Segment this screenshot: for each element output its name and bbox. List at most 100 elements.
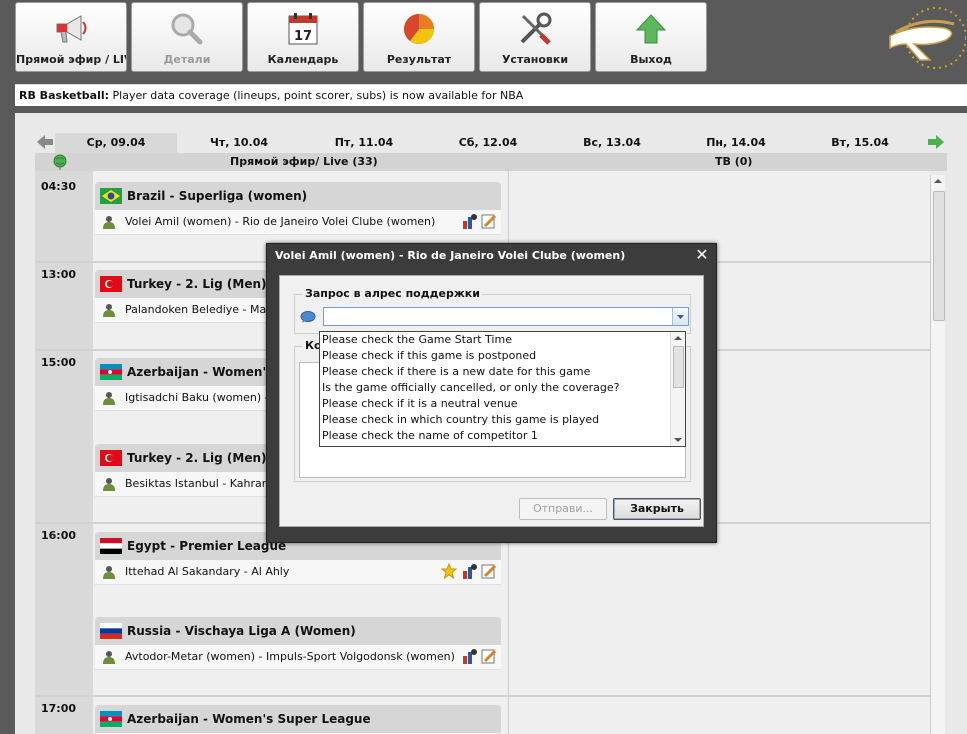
day-strip: Ср, 09.04 Чт, 10.04 Пт, 11.04 Сб, 12.04 … bbox=[15, 133, 967, 153]
time-label: 17:00 bbox=[41, 702, 77, 715]
player-icon bbox=[103, 651, 115, 664]
calendar-button[interactable]: 17 Календарь bbox=[247, 2, 359, 72]
dropdown-option[interactable]: Please check the name of competitor 1 bbox=[320, 428, 670, 444]
dropdown-option[interactable]: Please check the Game Start Time bbox=[320, 332, 670, 348]
day-tab-1[interactable]: Чт, 10.04 bbox=[180, 133, 298, 153]
day-tab-0[interactable]: Ср, 09.04 bbox=[55, 133, 177, 153]
send-button[interactable]: Отправи... bbox=[519, 498, 607, 520]
event-card[interactable]: Brazil - Superliga (women) Volei Amil (w… bbox=[95, 182, 501, 235]
dialog-title: Volei Amil (women) - Rio de Janeiro Vole… bbox=[275, 249, 626, 262]
match-row[interactable]: Avtodor-Metar (women) - Impuls-Sport Vol… bbox=[95, 645, 501, 670]
time-label: 13:00 bbox=[41, 268, 77, 281]
details-button-label: Детали bbox=[163, 53, 211, 66]
player-icon bbox=[103, 478, 115, 491]
close-icon[interactable]: ✕ bbox=[694, 247, 710, 263]
exit-button-label: Выход bbox=[630, 53, 672, 66]
time-column: 04:30 13:00 15:00 16:00 17:00 bbox=[35, 171, 93, 734]
dropdown-scroll-thumb[interactable] bbox=[673, 346, 684, 388]
match-row[interactable]: Volei Amil (women) - Rio de Janeiro Vole… bbox=[95, 210, 501, 235]
league-name: Turkey - 2. Lig (Men) bbox=[127, 277, 267, 291]
azerbaijan-flag-icon bbox=[100, 364, 122, 380]
close-button[interactable]: Закрыть bbox=[613, 498, 701, 520]
event-card[interactable]: Russia - Vischaya Liga A (Women) Avtodor… bbox=[95, 617, 501, 670]
league-name: Brazil - Superliga (women) bbox=[127, 189, 308, 203]
dropdown-option[interactable]: Please check if this game is postponed bbox=[320, 348, 670, 364]
star-icon[interactable] bbox=[441, 563, 457, 579]
toolbar: Прямой эфир / LIVE Детали 17 Календарь Р… bbox=[0, 0, 967, 78]
request-type-dropdown[interactable]: Please check the Game Start Time Please … bbox=[319, 331, 686, 447]
player-icon bbox=[103, 304, 115, 317]
lineup-icon[interactable] bbox=[461, 563, 477, 579]
lineup-icon[interactable] bbox=[461, 213, 477, 229]
details-button[interactable]: Детали bbox=[131, 2, 243, 72]
brazil-flag-icon bbox=[100, 188, 122, 204]
request-type-select[interactable] bbox=[323, 307, 689, 326]
news-prefix: RB Basketball: bbox=[19, 89, 110, 102]
player-icon bbox=[103, 392, 115, 405]
time-label: 04:30 bbox=[41, 180, 77, 193]
event-card[interactable]: Azerbaijan - Women's Super League bbox=[95, 705, 501, 733]
day-tab-2[interactable]: Пт, 11.04 bbox=[305, 133, 423, 153]
match-name: Ittehad Al Sakandary - Al Ahly bbox=[125, 565, 290, 578]
league-name: Russia - Vischaya Liga A (Women) bbox=[127, 624, 356, 638]
turkey-flag-icon bbox=[100, 276, 122, 292]
dropdown-scrollbar[interactable] bbox=[670, 332, 685, 446]
edit-note-icon[interactable] bbox=[481, 213, 497, 229]
row-divider bbox=[35, 695, 930, 697]
day-tab-4[interactable]: Вс, 13.04 bbox=[553, 133, 671, 153]
dropdown-option[interactable]: Please check if there is a new date for … bbox=[320, 364, 670, 380]
settings-button[interactable]: Установки bbox=[479, 2, 591, 72]
match-name: Volei Amil (women) - Rio de Janeiro Vole… bbox=[125, 215, 436, 228]
player-icon bbox=[103, 566, 115, 579]
match-name: Palandoken Belediye - Maliye bbox=[125, 303, 286, 316]
russia-flag-icon bbox=[100, 623, 122, 639]
globe-icon bbox=[53, 154, 67, 170]
news-text: Player data coverage (lineups, point sco… bbox=[109, 89, 524, 102]
scroll-thumb[interactable] bbox=[933, 191, 945, 321]
turkey-flag-icon bbox=[100, 450, 122, 466]
exit-button[interactable]: Выход bbox=[595, 2, 707, 72]
day-tab-3[interactable]: Сб, 12.04 bbox=[429, 133, 547, 153]
league-name: Azerbaijan - Women's Super League bbox=[127, 712, 371, 726]
time-label: 15:00 bbox=[41, 356, 77, 369]
live-header: Прямой эфир/ Live (33) bbox=[230, 155, 378, 168]
news-ticker: RB Basketball: Player data coverage (lin… bbox=[15, 84, 967, 106]
speech-bubble-icon bbox=[300, 311, 316, 323]
player-icon bbox=[103, 216, 115, 229]
next-day-arrow-icon[interactable] bbox=[928, 135, 944, 149]
pie-chart-icon bbox=[364, 11, 474, 47]
edit-note-icon[interactable] bbox=[481, 648, 497, 664]
results-button[interactable]: Результат bbox=[363, 2, 475, 72]
scroll-up-icon[interactable] bbox=[671, 332, 685, 344]
support-request-group: Запрос в алрес поддержки bbox=[294, 287, 691, 334]
chevron-down-icon[interactable] bbox=[672, 308, 688, 325]
dropdown-option[interactable]: Please check if it is a neutral venue bbox=[320, 396, 670, 412]
tools-icon bbox=[480, 11, 590, 47]
dropdown-option[interactable]: Is the game officially cancelled, or onl… bbox=[320, 380, 670, 396]
scroll-up-icon[interactable] bbox=[931, 175, 945, 187]
day-tab-5[interactable]: Пн, 14.04 bbox=[677, 133, 795, 153]
league-name: Egypt - Premier League bbox=[127, 539, 287, 553]
lineup-icon[interactable] bbox=[461, 648, 477, 664]
egypt-flag-icon bbox=[100, 538, 122, 554]
support-request-legend: Запрос в алрес поддержки bbox=[303, 287, 482, 300]
day-tab-6[interactable]: Вт, 15.04 bbox=[801, 133, 919, 153]
prev-day-arrow-icon[interactable] bbox=[37, 135, 53, 149]
match-name: Avtodor-Metar (women) - Impuls-Sport Vol… bbox=[125, 650, 455, 663]
calendar-icon: 17 bbox=[248, 11, 358, 47]
edit-note-icon[interactable] bbox=[481, 563, 497, 579]
up-arrow-icon bbox=[596, 11, 706, 47]
live-button[interactable]: Прямой эфир / LIVE bbox=[15, 2, 127, 72]
calendar-badge: 17 bbox=[294, 29, 312, 44]
schedule-scrollbar[interactable] bbox=[930, 175, 945, 734]
megaphone-icon bbox=[16, 11, 126, 47]
results-button-label: Результат bbox=[386, 53, 452, 66]
scroll-down-icon[interactable] bbox=[671, 434, 685, 446]
magnifier-icon bbox=[132, 11, 242, 47]
time-label: 16:00 bbox=[41, 529, 77, 542]
match-row[interactable]: Ittehad Al Sakandary - Al Ahly bbox=[95, 560, 501, 585]
azerbaijan-flag-icon bbox=[100, 711, 122, 727]
dropdown-option[interactable]: Please check in which country this game … bbox=[320, 412, 670, 428]
column-headers: Прямой эфир/ Live (33) ТВ (0) bbox=[35, 153, 947, 171]
live-button-label: Прямой эфир / LIVE bbox=[16, 53, 126, 66]
